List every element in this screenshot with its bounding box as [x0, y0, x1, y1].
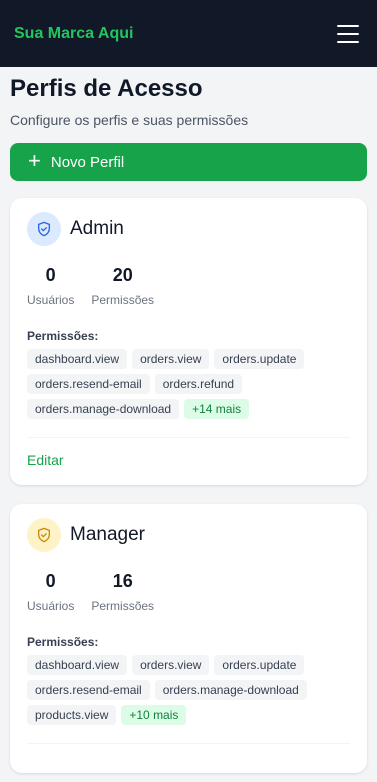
users-stat: 0 Usuários — [27, 265, 75, 307]
role-name: Manager — [70, 524, 145, 545]
permissions-stat: 20 Permissões — [91, 265, 155, 307]
page-subtitle: Configure os perfis e suas permissões — [10, 112, 249, 128]
users-stat: 0 Usuários — [27, 571, 75, 613]
role-name: Admin — [70, 218, 124, 239]
brand-logo[interactable]: Sua Marca Aqui — [14, 25, 133, 43]
more-permissions-badge[interactable]: +14 mais — [184, 399, 250, 419]
permissions-heading: Permissões: — [27, 635, 99, 649]
page-title: Perfis de Acesso — [10, 75, 203, 102]
permission-tags: dashboard.view orders.view orders.update… — [27, 349, 347, 424]
permission-tag: products.view — [27, 705, 117, 725]
main-content: Perfis de Acesso Configure os perfis e s… — [0, 72, 377, 773]
top-navbar: Sua Marca Aqui — [0, 0, 377, 67]
permission-tags: dashboard.view orders.view orders.update… — [27, 655, 347, 730]
permission-tag: dashboard.view — [27, 349, 128, 369]
permission-tag: orders.resend-email — [27, 680, 150, 700]
new-profile-button[interactable]: + Novo Perfil — [10, 143, 367, 181]
permission-tag: dashboard.view — [27, 655, 128, 675]
role-card-manager: Manager 0 Usuários 16 Permissões Permiss… — [10, 504, 367, 773]
role-card-admin: Admin 0 Usuários 20 Permissões Permissõe… — [10, 198, 367, 485]
permission-tag: orders.manage-download — [154, 680, 307, 700]
edit-link[interactable]: Editar — [27, 452, 64, 468]
permission-tag: orders.update — [214, 655, 305, 675]
permission-tag: orders.resend-email — [27, 374, 150, 394]
shield-icon — [27, 212, 61, 246]
permission-tag: orders.update — [214, 349, 305, 369]
permissions-stat: 16 Permissões — [91, 571, 155, 613]
hamburger-icon[interactable] — [337, 24, 359, 43]
permission-tag: orders.refund — [154, 374, 243, 394]
new-profile-label: Novo Perfil — [50, 153, 125, 171]
permission-tag: orders.manage-download — [27, 399, 180, 419]
permission-tag: orders.view — [132, 655, 210, 675]
permission-tag: orders.view — [132, 349, 210, 369]
plus-icon: + — [28, 148, 41, 173]
more-permissions-badge[interactable]: +10 mais — [121, 705, 187, 725]
permissions-heading: Permissões: — [27, 329, 99, 343]
shield-icon — [27, 518, 61, 552]
